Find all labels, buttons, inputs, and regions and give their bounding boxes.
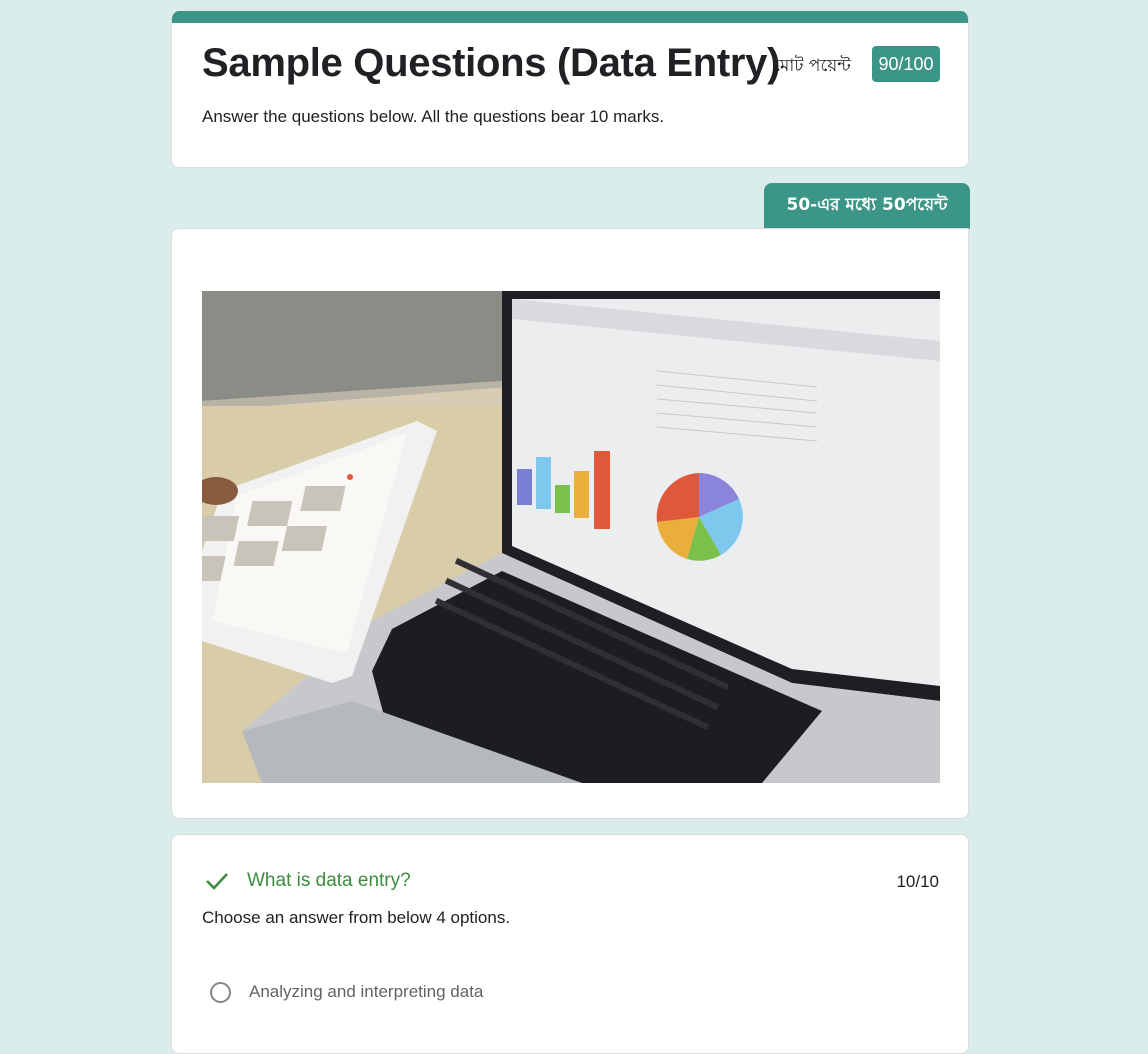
answer-option[interactable]: Analyzing and interpreting data (210, 978, 483, 1006)
question-card: What is data entry? 10/10 Choose an answ… (171, 834, 969, 1054)
question-description: Choose an answer from below 4 options. (202, 908, 511, 927)
total-points-badge: 90/100 (872, 46, 940, 82)
form-header-card: Sample Questions (Data Entry) মোট পয়েন্… (171, 11, 969, 168)
answer-option-label: Analyzing and interpreting data (249, 982, 484, 1001)
radio-unchecked-icon[interactable] (210, 981, 231, 1003)
laptop-chart-photo (202, 291, 940, 783)
total-points-label: মোট পয়েন্ট (773, 56, 851, 76)
form-description: Answer the questions below. All the ques… (202, 107, 665, 126)
check-icon (206, 873, 228, 890)
section-score-badge: 50-এর মধ্যে 50পয়েন্ট (764, 183, 970, 229)
accent-bar (172, 11, 968, 23)
question-title: What is data entry? (247, 870, 411, 891)
form-title: Sample Questions (Data Entry) (202, 41, 781, 85)
image-card (171, 228, 969, 819)
question-points: 10/10 (896, 872, 939, 891)
